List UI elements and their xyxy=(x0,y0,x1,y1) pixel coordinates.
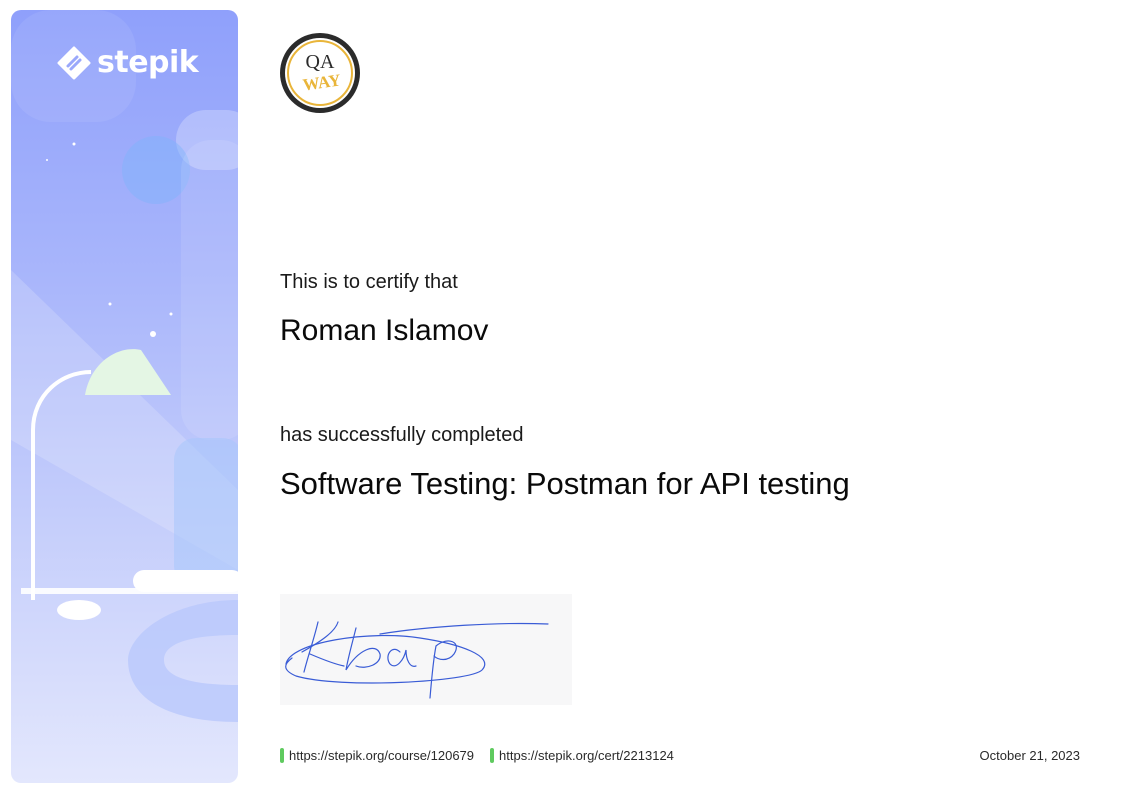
link-marker-icon xyxy=(490,748,495,763)
completed-text: has successfully completed xyxy=(280,424,524,446)
signature xyxy=(280,594,572,705)
stepik-wordmark: stepik xyxy=(97,45,199,80)
handwritten-signature xyxy=(285,621,549,699)
course-link[interactable]: https://stepik.org/course/120679 xyxy=(280,748,474,763)
stepik-mark-icon xyxy=(57,46,91,80)
decorative-side-panel: stepik xyxy=(11,10,238,783)
stepik-logo: stepik xyxy=(57,45,199,80)
qa-way-logo: QA WAY xyxy=(280,33,360,113)
illustration xyxy=(11,10,238,722)
certify-intro-text: This is to certify that xyxy=(280,271,458,293)
course-url[interactable]: https://stepik.org/course/120679 xyxy=(289,748,474,763)
link-marker-icon xyxy=(280,748,284,763)
cert-url[interactable]: https://stepik.org/cert/2213124 xyxy=(499,748,674,763)
cert-link[interactable]: https://stepik.org/cert/2213124 xyxy=(490,748,674,763)
qa-logo-top-text: QA xyxy=(306,51,335,73)
footer-links: https://stepik.org/course/120679 https:/… xyxy=(280,748,690,763)
recipient-name: Roman Islamov xyxy=(280,314,489,347)
issue-date: October 21, 2023 xyxy=(979,748,1080,763)
course-title: Software Testing: Postman for API testin… xyxy=(280,466,850,501)
